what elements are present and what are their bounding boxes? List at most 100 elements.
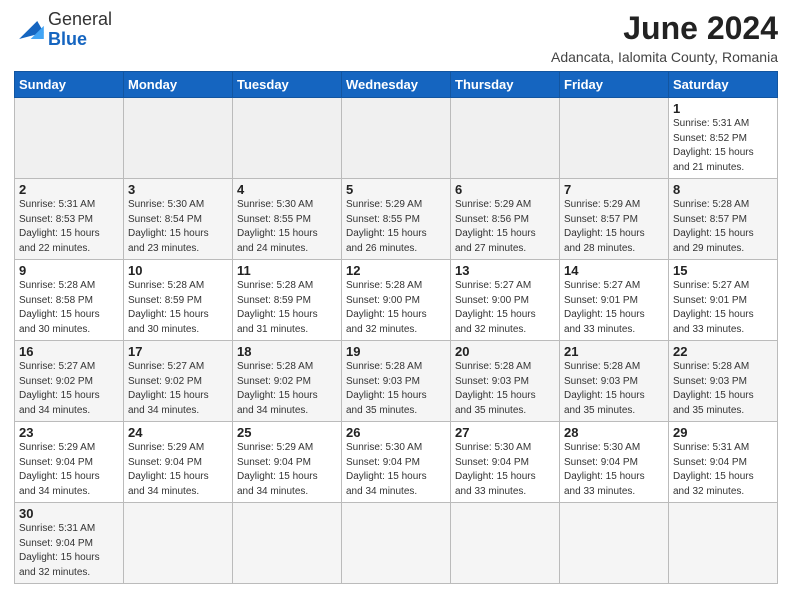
day-number: 9 xyxy=(19,263,119,278)
day-info: Sunrise: 5:27 AM Sunset: 9:00 PM Dayligh… xyxy=(455,279,555,337)
day-number: 28 xyxy=(564,425,664,440)
calendar-cell: 25Sunrise: 5:29 AM Sunset: 9:04 PM Dayli… xyxy=(233,422,342,503)
day-number: 12 xyxy=(346,263,446,278)
calendar-cell: 30Sunrise: 5:31 AM Sunset: 9:04 PM Dayli… xyxy=(15,503,124,584)
day-info: Sunrise: 5:28 AM Sunset: 8:59 PM Dayligh… xyxy=(128,279,228,337)
header: General Blue June 2024 Adancata, Ialomit… xyxy=(14,10,778,65)
calendar-cell: 19Sunrise: 5:28 AM Sunset: 9:03 PM Dayli… xyxy=(342,341,451,422)
day-info: Sunrise: 5:30 AM Sunset: 8:55 PM Dayligh… xyxy=(237,198,337,256)
day-number: 18 xyxy=(237,344,337,359)
calendar-cell: 10Sunrise: 5:28 AM Sunset: 8:59 PM Dayli… xyxy=(124,260,233,341)
calendar-week-row: 2Sunrise: 5:31 AM Sunset: 8:53 PM Daylig… xyxy=(15,179,778,260)
day-info: Sunrise: 5:27 AM Sunset: 9:01 PM Dayligh… xyxy=(564,279,664,337)
calendar-cell xyxy=(124,503,233,584)
day-info: Sunrise: 5:29 AM Sunset: 9:04 PM Dayligh… xyxy=(237,441,337,499)
location: Adancata, Ialomita County, Romania xyxy=(551,49,778,65)
day-info: Sunrise: 5:29 AM Sunset: 9:04 PM Dayligh… xyxy=(19,441,119,499)
calendar-week-row: 16Sunrise: 5:27 AM Sunset: 9:02 PM Dayli… xyxy=(15,341,778,422)
calendar-cell xyxy=(342,503,451,584)
day-number: 4 xyxy=(237,182,337,197)
day-info: Sunrise: 5:30 AM Sunset: 9:04 PM Dayligh… xyxy=(346,441,446,499)
calendar-cell: 14Sunrise: 5:27 AM Sunset: 9:01 PM Dayli… xyxy=(560,260,669,341)
page: General Blue June 2024 Adancata, Ialomit… xyxy=(0,0,792,594)
calendar-cell: 6Sunrise: 5:29 AM Sunset: 8:56 PM Daylig… xyxy=(451,179,560,260)
day-info: Sunrise: 5:27 AM Sunset: 9:01 PM Dayligh… xyxy=(673,279,773,337)
calendar-cell: 1Sunrise: 5:31 AM Sunset: 8:52 PM Daylig… xyxy=(669,98,778,179)
day-info: Sunrise: 5:29 AM Sunset: 8:57 PM Dayligh… xyxy=(564,198,664,256)
day-info: Sunrise: 5:29 AM Sunset: 9:04 PM Dayligh… xyxy=(128,441,228,499)
weekday-header-monday: Monday xyxy=(124,72,233,98)
calendar-week-row: 9Sunrise: 5:28 AM Sunset: 8:58 PM Daylig… xyxy=(15,260,778,341)
calendar-cell xyxy=(560,98,669,179)
weekday-header-saturday: Saturday xyxy=(669,72,778,98)
logo-general: General xyxy=(48,9,112,29)
calendar-cell: 5Sunrise: 5:29 AM Sunset: 8:55 PM Daylig… xyxy=(342,179,451,260)
day-info: Sunrise: 5:30 AM Sunset: 9:04 PM Dayligh… xyxy=(455,441,555,499)
day-number: 27 xyxy=(455,425,555,440)
calendar-cell: 28Sunrise: 5:30 AM Sunset: 9:04 PM Dayli… xyxy=(560,422,669,503)
calendar-cell: 12Sunrise: 5:28 AM Sunset: 9:00 PM Dayli… xyxy=(342,260,451,341)
calendar-cell: 9Sunrise: 5:28 AM Sunset: 8:58 PM Daylig… xyxy=(15,260,124,341)
calendar-cell xyxy=(233,98,342,179)
calendar-cell: 11Sunrise: 5:28 AM Sunset: 8:59 PM Dayli… xyxy=(233,260,342,341)
calendar-cell xyxy=(233,503,342,584)
logo-text: General Blue xyxy=(48,10,112,50)
calendar-week-row: 23Sunrise: 5:29 AM Sunset: 9:04 PM Dayli… xyxy=(15,422,778,503)
calendar-cell: 22Sunrise: 5:28 AM Sunset: 9:03 PM Dayli… xyxy=(669,341,778,422)
day-number: 2 xyxy=(19,182,119,197)
calendar-cell: 3Sunrise: 5:30 AM Sunset: 8:54 PM Daylig… xyxy=(124,179,233,260)
day-info: Sunrise: 5:29 AM Sunset: 8:55 PM Dayligh… xyxy=(346,198,446,256)
calendar-cell: 20Sunrise: 5:28 AM Sunset: 9:03 PM Dayli… xyxy=(451,341,560,422)
day-number: 1 xyxy=(673,101,773,116)
day-number: 13 xyxy=(455,263,555,278)
day-info: Sunrise: 5:29 AM Sunset: 8:56 PM Dayligh… xyxy=(455,198,555,256)
calendar-cell: 24Sunrise: 5:29 AM Sunset: 9:04 PM Dayli… xyxy=(124,422,233,503)
day-number: 16 xyxy=(19,344,119,359)
day-info: Sunrise: 5:28 AM Sunset: 9:03 PM Dayligh… xyxy=(455,360,555,418)
day-number: 11 xyxy=(237,263,337,278)
day-number: 6 xyxy=(455,182,555,197)
day-info: Sunrise: 5:30 AM Sunset: 9:04 PM Dayligh… xyxy=(564,441,664,499)
calendar-cell: 29Sunrise: 5:31 AM Sunset: 9:04 PM Dayli… xyxy=(669,422,778,503)
calendar: SundayMondayTuesdayWednesdayThursdayFrid… xyxy=(14,71,778,584)
title-block: June 2024 Adancata, Ialomita County, Rom… xyxy=(551,10,778,65)
day-number: 19 xyxy=(346,344,446,359)
day-info: Sunrise: 5:31 AM Sunset: 9:04 PM Dayligh… xyxy=(673,441,773,499)
day-number: 8 xyxy=(673,182,773,197)
calendar-cell: 4Sunrise: 5:30 AM Sunset: 8:55 PM Daylig… xyxy=(233,179,342,260)
day-number: 26 xyxy=(346,425,446,440)
day-number: 24 xyxy=(128,425,228,440)
calendar-cell: 27Sunrise: 5:30 AM Sunset: 9:04 PM Dayli… xyxy=(451,422,560,503)
calendar-week-row: 30Sunrise: 5:31 AM Sunset: 9:04 PM Dayli… xyxy=(15,503,778,584)
day-number: 15 xyxy=(673,263,773,278)
calendar-cell: 16Sunrise: 5:27 AM Sunset: 9:02 PM Dayli… xyxy=(15,341,124,422)
day-number: 3 xyxy=(128,182,228,197)
logo-blue: Blue xyxy=(48,29,87,49)
day-info: Sunrise: 5:28 AM Sunset: 8:58 PM Dayligh… xyxy=(19,279,119,337)
day-number: 17 xyxy=(128,344,228,359)
day-number: 20 xyxy=(455,344,555,359)
day-number: 14 xyxy=(564,263,664,278)
calendar-cell: 18Sunrise: 5:28 AM Sunset: 9:02 PM Dayli… xyxy=(233,341,342,422)
day-number: 10 xyxy=(128,263,228,278)
day-info: Sunrise: 5:28 AM Sunset: 9:03 PM Dayligh… xyxy=(673,360,773,418)
day-info: Sunrise: 5:28 AM Sunset: 9:02 PM Dayligh… xyxy=(237,360,337,418)
weekday-header-sunday: Sunday xyxy=(15,72,124,98)
calendar-cell xyxy=(124,98,233,179)
day-number: 29 xyxy=(673,425,773,440)
day-info: Sunrise: 5:28 AM Sunset: 8:57 PM Dayligh… xyxy=(673,198,773,256)
calendar-cell xyxy=(451,98,560,179)
calendar-cell xyxy=(342,98,451,179)
day-number: 5 xyxy=(346,182,446,197)
calendar-cell: 13Sunrise: 5:27 AM Sunset: 9:00 PM Dayli… xyxy=(451,260,560,341)
calendar-cell xyxy=(669,503,778,584)
calendar-cell xyxy=(15,98,124,179)
calendar-cell xyxy=(560,503,669,584)
calendar-cell: 2Sunrise: 5:31 AM Sunset: 8:53 PM Daylig… xyxy=(15,179,124,260)
calendar-cell xyxy=(451,503,560,584)
day-number: 30 xyxy=(19,506,119,521)
day-number: 22 xyxy=(673,344,773,359)
calendar-cell: 21Sunrise: 5:28 AM Sunset: 9:03 PM Dayli… xyxy=(560,341,669,422)
day-info: Sunrise: 5:30 AM Sunset: 8:54 PM Dayligh… xyxy=(128,198,228,256)
day-info: Sunrise: 5:28 AM Sunset: 8:59 PM Dayligh… xyxy=(237,279,337,337)
